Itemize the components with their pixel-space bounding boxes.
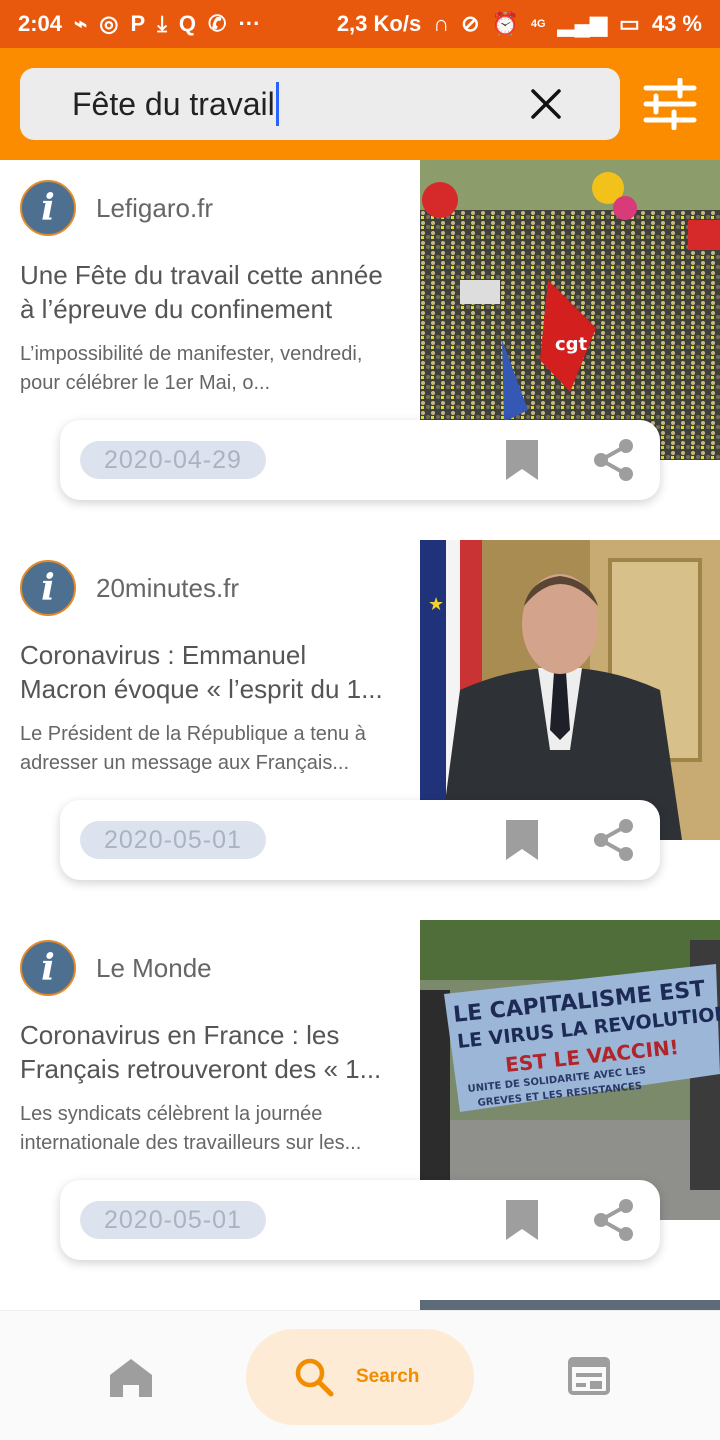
source-row: i Lefigaro.fr — [20, 180, 213, 236]
article-thumbnail[interactable]: LE CAPITALISME EST LE VIRUS LA REVOLUTIO… — [420, 920, 720, 1220]
nav-search-tab[interactable]: Search — [246, 1329, 474, 1425]
share-icon[interactable] — [592, 1198, 636, 1242]
phone-icon: ✆ — [208, 11, 227, 36]
article-description: L’impossibilité de manifester, vendredi,… — [20, 343, 363, 394]
article-list: i Lefigaro.fr Une Fête du travail cette … — [0, 160, 720, 1310]
article-actions: 2020-05-01 — [60, 800, 660, 880]
source-row: i 20minutes.fr — [20, 560, 239, 616]
source-name: Le Monde — [96, 952, 212, 983]
nav-search-label: Search — [356, 1366, 420, 1387]
date-chip: 2020-05-01 — [80, 821, 266, 859]
q-app-icon: Q — [178, 11, 197, 36]
source-name: 20minutes.fr — [96, 572, 240, 603]
article-card[interactable]: i 20minutes.fr Coronavirus : Emmanuel Ma… — [0, 540, 720, 900]
date-chip: 2020-04-29 — [80, 441, 266, 479]
close-icon[interactable] — [528, 86, 564, 122]
article-description: Le Président de la République a tenu à a… — [20, 723, 366, 774]
battery-icon: ▭ — [619, 11, 640, 36]
bottom-navigation: Search — [0, 1310, 720, 1440]
tune-icon[interactable] — [640, 77, 700, 131]
search-icon — [295, 1358, 334, 1397]
network-speed: 2,3 Ko/s — [336, 11, 422, 36]
next-article-thumbnail — [420, 1300, 720, 1310]
more-icon: ··· — [238, 11, 261, 36]
info-icon: i — [20, 180, 76, 236]
usb-icon: ⌁ — [74, 11, 88, 36]
star-icon: ★ — [428, 594, 444, 614]
article-card[interactable]: i Le Monde Coronavirus en France : les F… — [0, 920, 720, 1280]
flag-text: cgt — [555, 334, 588, 355]
bookmark-icon[interactable] — [506, 440, 538, 480]
source-row: i Le Monde — [20, 940, 212, 996]
article-thumbnail[interactable]: ★ — [420, 540, 720, 840]
network-type: 4G — [530, 18, 546, 30]
whatsapp-icon: ◎ — [99, 11, 119, 36]
status-time: 2:04 — [18, 11, 63, 36]
search-toolbar: Fête du travail — [0, 48, 720, 160]
info-icon: i — [20, 940, 76, 996]
date-chip: 2020-05-01 — [80, 1201, 266, 1239]
search-query[interactable]: Fête du travail — [72, 86, 275, 123]
source-name: Lefigaro.fr — [96, 192, 214, 223]
search-input[interactable]: Fête du travail — [20, 68, 620, 140]
download-icon: ⤓ — [157, 11, 167, 36]
article-actions: 2020-05-01 — [60, 1180, 660, 1260]
text-cursor — [275, 82, 279, 126]
article-actions: 2020-04-29 — [60, 420, 660, 500]
article-card[interactable]: i Lefigaro.fr Une Fête du travail cette … — [0, 160, 720, 520]
article-title[interactable]: Coronavirus : Emmanuel Macron évoque « l… — [20, 638, 400, 706]
newspaper-icon[interactable] — [568, 1357, 610, 1395]
article-thumbnail[interactable]: cgt — [420, 160, 720, 460]
status-bar: 2:04 ⌁ ◎ P ⤓ Q ✆ ··· 2,3 Ko/s ∩ ⊘ ⏰ 4G ▂… — [0, 0, 720, 48]
signal-icon: ▂▄▆ — [557, 11, 608, 36]
info-icon: i — [20, 560, 76, 616]
home-icon[interactable] — [106, 1355, 156, 1401]
article-title[interactable]: Coronavirus en France : les Français ret… — [20, 1018, 400, 1086]
article-title[interactable]: Une Fête du travail cette année à l’épre… — [20, 258, 400, 326]
headphones-icon: ∩ — [433, 11, 450, 36]
bookmark-icon[interactable] — [506, 1200, 538, 1240]
mute-icon: ⊘ — [461, 11, 480, 36]
bookmark-icon[interactable] — [506, 820, 538, 860]
article-description: Les syndicats célèbrent la journée inter… — [20, 1103, 362, 1154]
alarm-icon: ⏰ — [491, 11, 519, 36]
share-icon[interactable] — [592, 818, 636, 862]
share-icon[interactable] — [592, 438, 636, 482]
p-app-icon: P — [130, 11, 146, 36]
battery-level: 43 % — [651, 11, 702, 36]
